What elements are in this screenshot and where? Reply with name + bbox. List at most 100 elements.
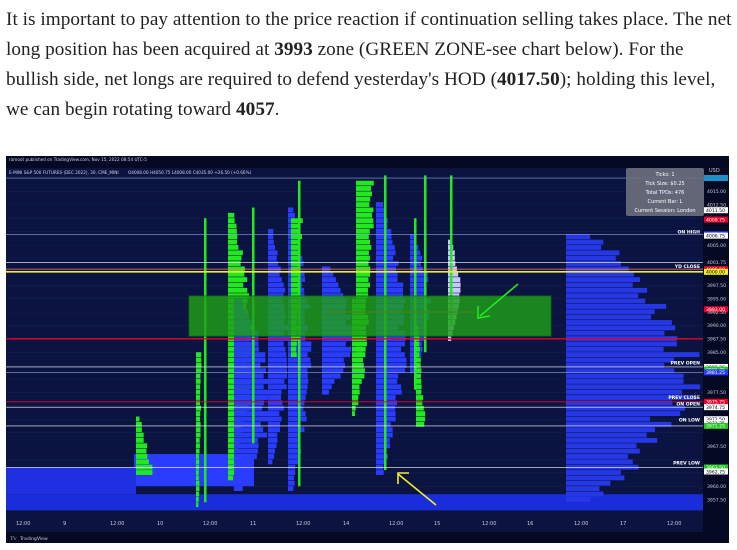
tpo-row	[268, 389, 282, 395]
tpo-row	[196, 470, 199, 475]
tpo-row	[288, 443, 300, 449]
tpo-row	[410, 282, 426, 288]
tpo-row	[268, 459, 273, 465]
article-text: It is important to pay attention to the …	[6, 0, 734, 125]
tooltip-line: Tick Size: $0.25	[644, 181, 684, 187]
tpo-row	[196, 400, 201, 406]
tpo-row	[196, 411, 201, 416]
price-label: 3997.50	[707, 283, 726, 289]
tpo-row	[196, 373, 201, 379]
tpo-row	[566, 320, 672, 325]
ohlc-line: O4008.00 H4050.75 L4008.00 C4035.00 +26.…	[128, 170, 252, 175]
tpo-row	[234, 384, 264, 390]
tpo-row	[291, 287, 299, 293]
tpo-row	[196, 491, 200, 497]
tpo-row	[356, 239, 371, 245]
tpo-row	[566, 405, 686, 411]
tpo-row	[234, 427, 264, 433]
price-label: 3971.25	[706, 424, 725, 430]
price-label: 3990.00	[707, 323, 726, 329]
level-label: PREV OPEN	[671, 360, 701, 366]
level-label: PREV LOW	[673, 461, 700, 467]
tpo-row	[416, 400, 423, 406]
tpo-row	[288, 373, 308, 379]
tpo-row	[356, 352, 366, 358]
time-label: 16	[527, 521, 533, 527]
price-label: 3995.00	[707, 296, 726, 302]
price-label: 4001.75	[707, 260, 726, 266]
tpo-row	[566, 346, 664, 352]
tpo-row	[291, 341, 297, 347]
tpo-row	[416, 389, 422, 395]
level-label: PREV CLOSE	[668, 395, 700, 401]
tpo-row	[288, 389, 307, 395]
tpo-row	[268, 239, 274, 245]
tpo-row	[228, 261, 241, 266]
time-label: 12:00	[16, 521, 30, 527]
tpo-row	[196, 454, 199, 459]
tpo-block	[6, 467, 136, 495]
price-4017-50: 4017.50	[497, 69, 560, 90]
tpo-row	[268, 352, 287, 358]
time-label: 12:00	[110, 521, 124, 527]
tpo-row	[376, 341, 405, 347]
price-label: 4015.00	[707, 189, 726, 195]
price-label: 4000.00	[706, 270, 725, 276]
tpo-row	[268, 448, 275, 454]
tpo-row	[268, 282, 284, 288]
time-label: 12:00	[482, 521, 496, 527]
tpo-row	[322, 352, 351, 358]
tpo-row	[376, 373, 399, 379]
tpo-row	[356, 277, 369, 283]
tpo-row	[356, 255, 370, 261]
tpo-row	[196, 448, 200, 454]
tpo-row	[356, 180, 374, 186]
tpo-row	[566, 389, 682, 395]
tpo-row	[136, 416, 140, 422]
tpo-row	[376, 228, 392, 234]
tpo-row	[376, 384, 402, 390]
tooltip-line: Ticks: 1	[655, 172, 675, 178]
level-label: YD CLOSE	[674, 264, 700, 270]
tpo-row	[448, 277, 461, 283]
tpo-row	[322, 346, 351, 352]
tpo-row	[356, 207, 374, 213]
tpo-row	[322, 379, 335, 384]
price-4057: 4057	[236, 99, 275, 120]
tpo-row	[416, 395, 424, 400]
tpo-row	[234, 432, 268, 438]
footer-bar	[6, 532, 729, 543]
tpo-row	[356, 346, 366, 352]
tpo-row	[566, 250, 620, 256]
tpo-row	[196, 480, 200, 486]
tpo-row	[288, 454, 299, 459]
tpo-row	[196, 427, 201, 433]
tpo-row	[234, 475, 247, 481]
published-line: ramoot published on TradingView.com, Nov…	[9, 157, 147, 162]
tpo-row	[196, 486, 200, 492]
tpo-row	[288, 384, 308, 390]
time-label: 12:00	[296, 521, 310, 527]
tpo-row	[268, 346, 286, 352]
tpo-row	[288, 411, 306, 416]
tpo-block	[6, 494, 703, 511]
tpo-row	[376, 470, 384, 475]
tpo-row	[268, 341, 284, 347]
tpo-row	[228, 212, 235, 218]
tpo-row	[376, 357, 407, 363]
tpo-row	[566, 427, 656, 433]
tpo-row	[291, 277, 299, 283]
tpo-row	[356, 282, 370, 288]
price-label: 3992.50	[707, 310, 726, 316]
tpo-row	[268, 437, 278, 443]
tpo-row	[566, 287, 648, 293]
tpo-row	[136, 459, 149, 465]
tpo-row	[234, 379, 270, 384]
tpo-row	[228, 250, 243, 256]
tpo-row	[352, 379, 362, 384]
tpo-row	[268, 395, 282, 400]
tpo-row	[288, 470, 296, 475]
tpo-row	[136, 454, 148, 459]
tpo-row	[416, 379, 422, 384]
tpo-row	[268, 250, 278, 256]
